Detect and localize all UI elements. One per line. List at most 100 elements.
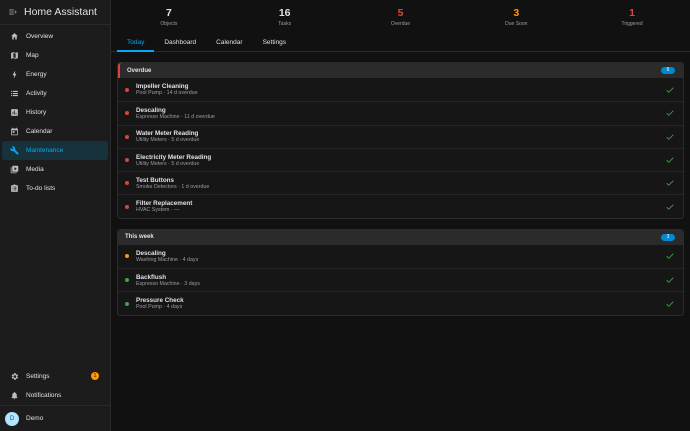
stat-tasks: 16 Tasks <box>227 0 343 33</box>
sidebar-item-label: Activity <box>26 90 47 97</box>
list-icon <box>10 89 19 98</box>
task-text: Descaling Washing Machine · 4 days <box>136 250 665 263</box>
status-dot <box>125 254 129 259</box>
sidebar-item-activity[interactable]: Activity <box>2 84 108 103</box>
status-dot <box>125 87 129 92</box>
sidebar-bottom: Settings 1 Notifications D Demo <box>0 367 110 431</box>
sidebar-item-label: Media <box>26 166 44 173</box>
stat-value: 1 <box>629 7 635 19</box>
tab-today[interactable]: Today <box>117 33 155 52</box>
task-row[interactable]: Impeller Cleaning Pool Pump · 14 d overd… <box>118 78 683 101</box>
sidebar-item-media[interactable]: Media <box>2 160 108 179</box>
check-icon[interactable] <box>665 275 675 285</box>
bell-icon <box>10 391 19 400</box>
task-row[interactable]: Descaling Espresso Machine · 11 d overdu… <box>118 101 683 124</box>
app-root: Home Assistant Overview Map Energy Activ… <box>0 0 690 431</box>
sidebar-item-label: Map <box>26 52 39 59</box>
task-row[interactable]: Pressure Check Pool Pump · 4 days <box>118 291 683 314</box>
main-content: 7 Objects 16 Tasks 5 Overdue 3 Due Soon … <box>111 0 690 431</box>
menu-collapse-icon[interactable] <box>8 7 18 17</box>
lightning-icon <box>10 70 19 79</box>
sidebar-item-maintenance[interactable]: Maintenance <box>2 141 108 160</box>
stat-objects: 7 Objects <box>111 0 227 33</box>
check-icon[interactable] <box>665 202 675 212</box>
task-title: Descaling <box>136 249 166 257</box>
task-subtitle: Pool Pump · 4 days <box>136 304 183 311</box>
stat-label: Objects <box>160 21 178 27</box>
sidebar-item-map[interactable]: Map <box>2 46 108 65</box>
sidebar-item-energy[interactable]: Energy <box>2 65 108 84</box>
task-title: Backflush <box>136 273 167 281</box>
status-dot <box>125 204 129 209</box>
section-header: Overdue 6 <box>118 63 683 78</box>
task-text: Impeller Cleaning Pool Pump · 14 d overd… <box>136 83 665 96</box>
check-icon[interactable] <box>665 155 675 165</box>
task-row[interactable]: Descaling Washing Machine · 4 days <box>118 245 683 268</box>
sidebar-item-settings[interactable]: Settings 1 <box>2 367 108 386</box>
status-dot <box>125 134 129 139</box>
task-subtitle: Utility Meters · 5 d overdue <box>136 137 200 144</box>
task-row[interactable]: Filter Replacement HVAC System · — <box>118 194 683 217</box>
stat-due-soon: 3 Due Soon <box>458 0 574 33</box>
sidebar-item-label: Overview <box>26 33 54 40</box>
sidebar: Home Assistant Overview Map Energy Activ… <box>0 0 111 431</box>
stat-label: Overdue <box>390 21 411 27</box>
task-title: Impeller Cleaning <box>136 83 189 91</box>
sidebar-nav: Overview Map Energy Activity History Cal… <box>0 25 110 198</box>
task-subtitle: Smoke Detectors · 1 d overdue <box>136 183 210 190</box>
tab-calendar[interactable]: Calendar <box>206 33 252 51</box>
stat-value: 16 <box>278 7 291 19</box>
task-text: Electricity Meter Reading Utility Meters… <box>136 154 665 167</box>
check-icon[interactable] <box>665 178 675 188</box>
task-row[interactable]: Electricity Meter Reading Utility Meters… <box>118 147 683 171</box>
task-title: Test Buttons <box>136 176 175 184</box>
task-subtitle: Washing Machine · 4 days <box>136 256 199 263</box>
check-icon[interactable] <box>665 85 675 95</box>
stat-value: 7 <box>165 7 172 19</box>
tab-dashboard[interactable]: Dashboard <box>154 33 206 51</box>
task-title: Descaling <box>136 106 166 114</box>
task-title: Filter Replacement <box>136 200 193 208</box>
tab-settings[interactable]: Settings <box>253 33 297 51</box>
sidebar-item-notifications[interactable]: Notifications <box>2 386 108 405</box>
stat-value: 3 <box>513 7 520 19</box>
wrench-icon <box>10 146 19 155</box>
sidebar-user[interactable]: D Demo <box>0 405 110 431</box>
check-icon[interactable] <box>665 299 675 309</box>
sidebar-item-label: To-do lists <box>26 185 56 192</box>
check-icon[interactable] <box>665 108 675 118</box>
status-dot <box>125 278 129 283</box>
sidebar-item-history[interactable]: History <box>2 103 108 122</box>
task-subtitle: HVAC System · — <box>136 207 180 214</box>
count-badge: 3 <box>661 233 675 241</box>
task-list: Impeller Cleaning Pool Pump · 14 d overd… <box>118 78 683 218</box>
status-dot <box>125 301 129 306</box>
task-text: Test Buttons Smoke Detectors · 1 d overd… <box>136 177 665 190</box>
task-title: Water Meter Reading <box>136 130 199 138</box>
task-list: Descaling Washing Machine · 4 days Backf… <box>118 245 683 315</box>
task-text: Backflush Espresso Machine · 3 days <box>136 274 665 287</box>
check-icon[interactable] <box>665 251 675 261</box>
count-badge: 6 <box>661 67 675 74</box>
stat-value: 5 <box>397 7 404 19</box>
task-row[interactable]: Backflush Espresso Machine · 3 days <box>118 268 683 291</box>
task-row[interactable]: Water Meter Reading Utility Meters · 5 d… <box>118 124 683 148</box>
task-title: Electricity Meter Reading <box>136 153 212 161</box>
section-header: This week 3 <box>118 229 683 245</box>
check-icon[interactable] <box>665 132 675 142</box>
sidebar-item-todo[interactable]: To-do lists <box>2 179 108 198</box>
sidebar-item-label: History <box>26 109 47 116</box>
section-title: Overdue <box>127 67 152 74</box>
task-subtitle: Pool Pump · 14 d overdue <box>136 90 198 97</box>
app-title: Home Assistant <box>24 6 97 18</box>
sidebar-item-label: Energy <box>26 71 47 78</box>
task-text: Filter Replacement HVAC System · — <box>136 200 665 213</box>
task-subtitle: Espresso Machine · 3 days <box>136 280 200 287</box>
media-icon <box>10 165 19 174</box>
gear-icon <box>10 372 19 381</box>
sidebar-item-overview[interactable]: Overview <box>2 27 108 46</box>
task-row[interactable]: Test Buttons Smoke Detectors · 1 d overd… <box>118 171 683 194</box>
task-title: Pressure Check <box>136 297 184 305</box>
sidebar-item-calendar[interactable]: Calendar <box>2 122 108 141</box>
settings-badge: 1 <box>91 372 99 380</box>
